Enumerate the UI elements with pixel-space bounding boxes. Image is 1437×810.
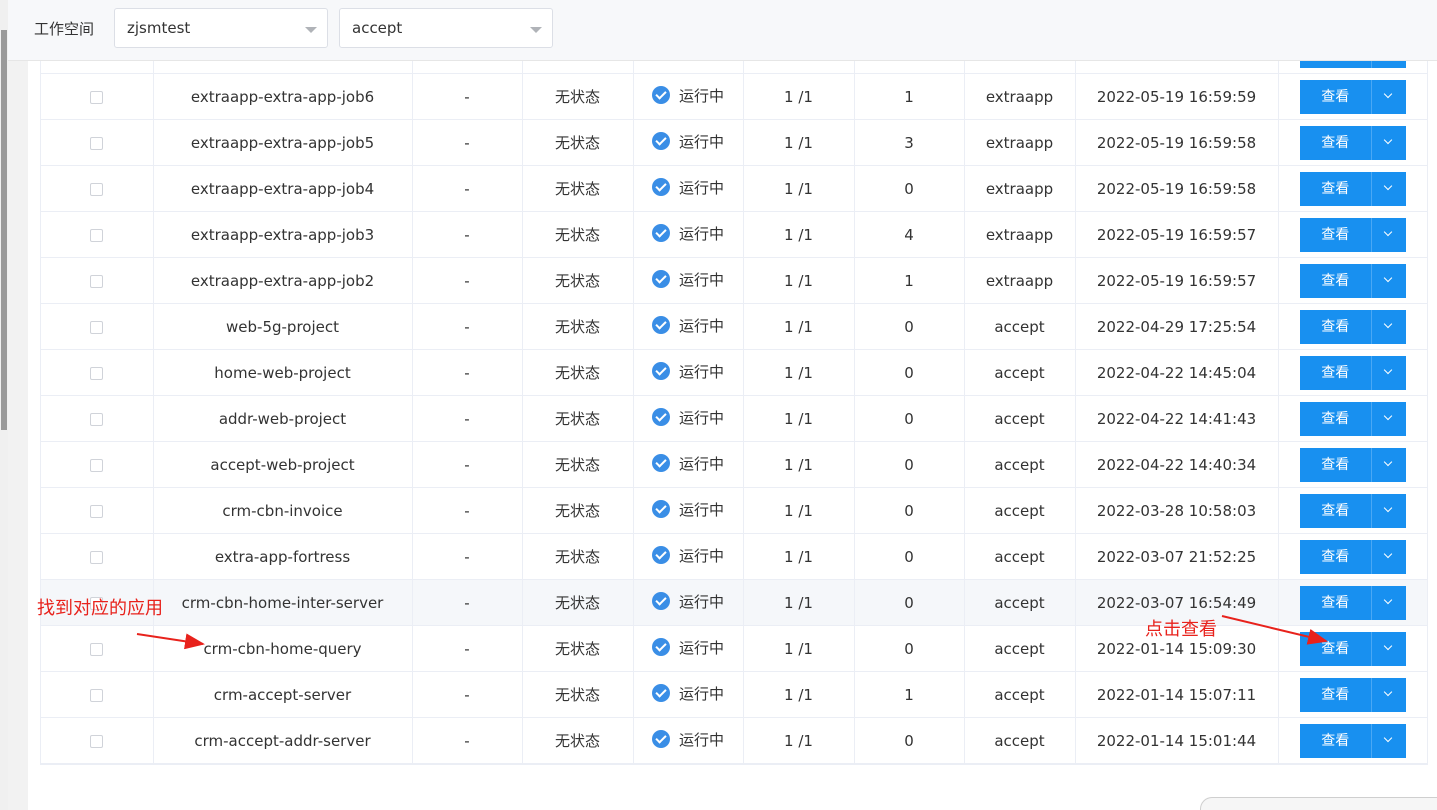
arrow-to-view-button <box>1221 615 1328 645</box>
arrow-to-app <box>136 633 205 650</box>
annotation-arrows <box>136 615 1328 650</box>
